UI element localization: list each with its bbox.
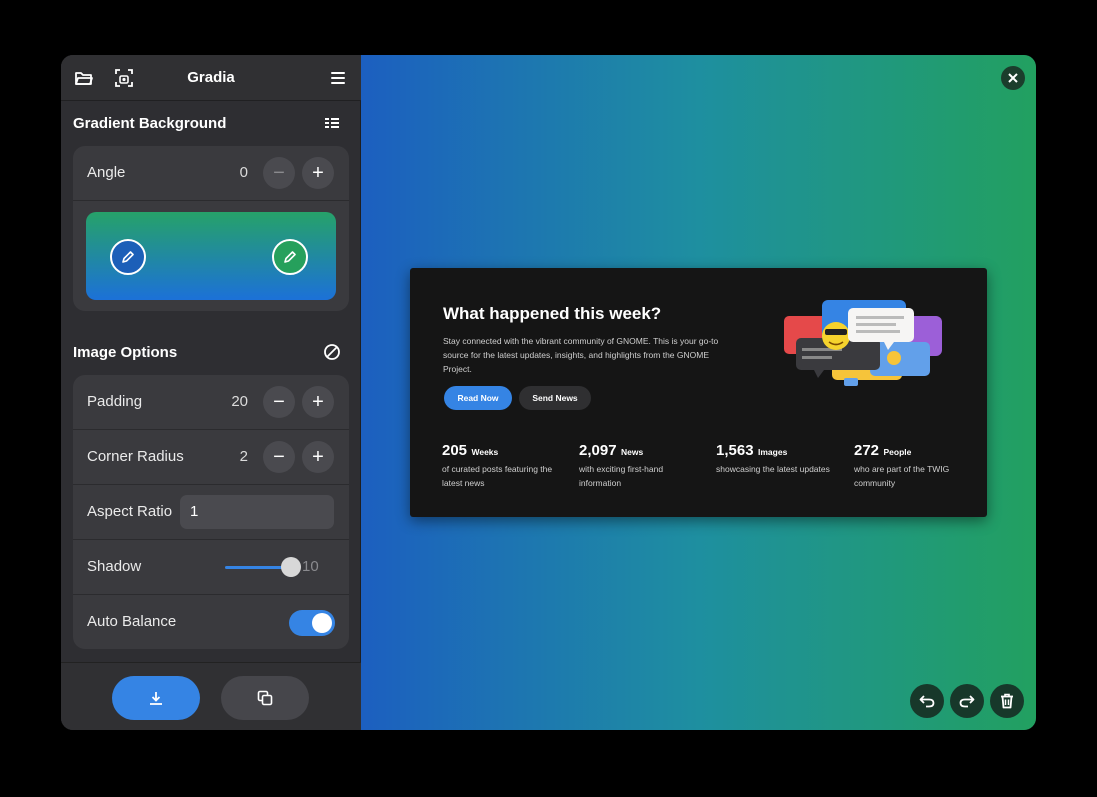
angle-increase-button[interactable]: +	[302, 157, 334, 189]
shadow-label: Shadow	[87, 558, 142, 575]
stat-unit: People	[883, 447, 912, 457]
redo-icon	[959, 695, 975, 708]
redo-button[interactable]	[950, 684, 984, 718]
stat-description: of curated posts featuring the latest ne…	[442, 464, 553, 488]
open-folder-icon[interactable]	[69, 63, 99, 93]
padding-value: 20	[231, 393, 248, 410]
stat-number: 205	[442, 442, 468, 459]
disable-icon[interactable]	[321, 341, 343, 363]
stat-description: showcasing the latest updates	[716, 464, 830, 474]
start-color-button[interactable]	[110, 239, 146, 275]
undo-button[interactable]	[910, 684, 944, 718]
pencil-icon	[284, 251, 296, 263]
angle-row: Angle 0 − +	[73, 146, 349, 201]
screenshot-description: Stay connected with the vibrant communit…	[443, 336, 719, 374]
headerbar: Gradia	[61, 55, 361, 101]
screenshot-preview: What happened this week? Stay connected …	[410, 268, 987, 517]
end-color-button[interactable]	[272, 239, 308, 275]
auto-balance-switch[interactable]	[289, 610, 335, 636]
screenshot-icon[interactable]	[109, 63, 139, 93]
stat-people: 272 People who are part of the TWIG comm…	[854, 442, 984, 490]
hamburger-menu-icon[interactable]	[323, 63, 353, 93]
angle-label: Angle	[87, 164, 126, 181]
pencil-icon	[122, 251, 134, 263]
stat-number: 1,563	[716, 442, 754, 459]
stat-unit: News	[621, 447, 644, 457]
stat-unit: Images	[758, 447, 788, 457]
padding-increase-button[interactable]: +	[302, 386, 334, 418]
close-button[interactable]	[1001, 66, 1025, 90]
image-preview-area: What happened this week? Stay connected …	[361, 55, 1036, 730]
gradient-background-title: Gradient Background	[73, 115, 227, 132]
aspect-ratio-label: Aspect Ratio	[87, 503, 173, 520]
shadow-value: 10	[302, 558, 319, 575]
screenshot-heading: What happened this week?	[443, 304, 662, 323]
aspect-ratio-row: Aspect Ratio 1	[73, 485, 349, 540]
auto-balance-row: Auto Balance	[73, 595, 349, 649]
stat-description: with exciting first-hand information	[579, 464, 664, 488]
angle-decrease-button[interactable]: −	[263, 157, 295, 189]
image-options-title: Image Options	[73, 344, 178, 361]
stat-number: 272	[854, 442, 880, 459]
copy-icon	[257, 690, 273, 706]
stat-images: 1,563 Images showcasing the latest updat…	[716, 442, 846, 476]
corner-radius-decrease-button[interactable]: −	[263, 441, 295, 473]
corner-radius-value: 2	[239, 448, 248, 465]
padding-row: Padding 20 − +	[73, 375, 349, 430]
close-icon	[1008, 73, 1018, 83]
auto-balance-label: Auto Balance	[87, 613, 177, 630]
app-window: Gradia Gradient Background Angle 0 − + I…	[61, 55, 1036, 730]
bottom-action-bar	[61, 662, 361, 730]
corner-radius-row: Corner Radius 2 − +	[73, 430, 349, 485]
stat-number: 2,097	[579, 442, 617, 459]
app-title: Gradia	[187, 69, 235, 86]
download-icon	[150, 692, 162, 705]
shadow-row: Shadow 10	[73, 540, 349, 595]
undo-icon	[919, 695, 935, 708]
shadow-slider-handle[interactable]	[281, 557, 301, 577]
send-news-button: Send News	[519, 386, 591, 410]
chat-bubbles-illustration	[784, 298, 946, 390]
trash-icon	[1001, 693, 1013, 709]
save-button[interactable]	[112, 676, 200, 720]
stat-news: 2,097 News with exciting first-hand info…	[579, 442, 709, 490]
sidebar: Gradia Gradient Background Angle 0 − + I…	[61, 55, 361, 730]
angle-value: 0	[239, 164, 248, 181]
padding-label: Padding	[87, 393, 143, 410]
gradient-card: Angle 0 − +	[73, 146, 349, 311]
gradient-preview	[86, 212, 336, 300]
stat-unit: Weeks	[471, 447, 499, 457]
padding-decrease-button[interactable]: −	[263, 386, 295, 418]
image-options-card: Padding 20 − + Corner Radius 2 − + Aspec…	[73, 375, 349, 649]
stat-description: who are part of the TWIG community	[854, 464, 950, 488]
corner-radius-label: Corner Radius	[87, 448, 184, 465]
gradient-presets-icon[interactable]	[321, 112, 343, 134]
copy-button[interactable]	[221, 676, 309, 720]
aspect-ratio-field[interactable]: 1	[180, 495, 334, 529]
corner-radius-increase-button[interactable]: +	[302, 441, 334, 473]
switch-knob	[312, 613, 332, 633]
read-now-button: Read Now	[444, 386, 512, 410]
stat-weeks: 205 Weeks of curated posts featuring the…	[442, 442, 572, 490]
delete-button[interactable]	[990, 684, 1024, 718]
